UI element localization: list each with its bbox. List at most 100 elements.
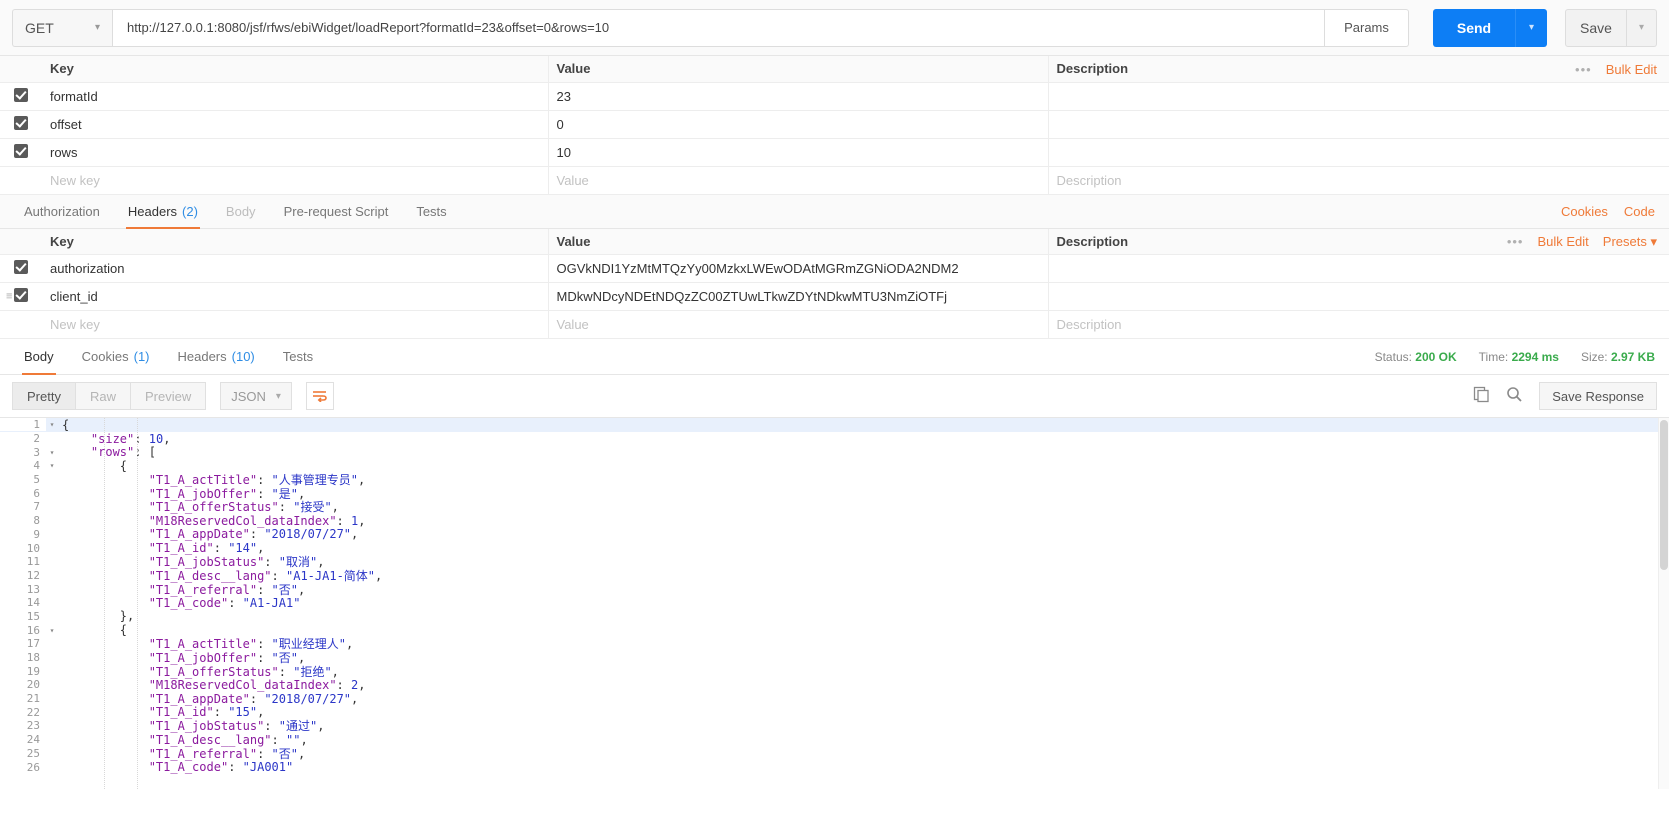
params-row-checkbox-1[interactable] — [0, 110, 42, 139]
line-number: 10 — [0, 541, 46, 555]
tab-body[interactable]: Body — [212, 194, 270, 228]
params-desc-1[interactable] — [1048, 110, 1669, 139]
code-line[interactable]: 26 "T1_A_code": "JA001" — [0, 760, 1669, 774]
save-response-button[interactable]: Save Response — [1539, 382, 1657, 410]
url-input[interactable]: http://127.0.0.1:8080/jsf/rfws/ebiWidget… — [112, 8, 1325, 47]
params-value-0[interactable]: 23 — [548, 82, 1049, 111]
tab-pre-request-script[interactable]: Pre-request Script — [270, 194, 403, 228]
save-button-group: Save ▾ — [1565, 8, 1657, 47]
drag-handle-icon[interactable]: ≡ — [6, 291, 12, 302]
headers-bulk-edit-link[interactable]: Bulk Edit — [1537, 234, 1588, 249]
code-line[interactable]: 8 "M18ReservedCol_dataIndex": 1, — [0, 514, 1669, 528]
send-button-group: Send ▾ — [1433, 8, 1547, 47]
params-more-options-icon[interactable]: ••• — [1575, 62, 1592, 77]
params-new-value-input[interactable]: Value — [548, 166, 1049, 195]
format-select[interactable]: JSON ▾ — [220, 382, 292, 410]
headers-new-key-input[interactable]: New key — [42, 310, 549, 339]
save-options-chevron-icon[interactable]: ▾ — [1627, 8, 1657, 47]
search-icon[interactable] — [1506, 386, 1523, 406]
save-button[interactable]: Save — [1565, 8, 1627, 47]
line-number: 12 — [0, 568, 46, 582]
table-row[interactable]: offset 0 — [0, 110, 1669, 139]
headers-more-options-icon[interactable]: ••• — [1507, 234, 1524, 249]
headers-row-checkbox-0[interactable] — [0, 254, 42, 283]
fold-toggle-icon[interactable]: ▾ — [46, 461, 58, 470]
code-line[interactable]: 21 "T1_A_appDate": "2018/07/27", — [0, 692, 1669, 706]
code-line[interactable]: 14 "T1_A_code": "A1-JA1" — [0, 596, 1669, 610]
word-wrap-toggle[interactable] — [305, 382, 334, 410]
view-raw-button[interactable]: Raw — [74, 382, 130, 410]
headers-presets-dropdown[interactable]: Presets ▾ — [1603, 234, 1657, 250]
code-link[interactable]: Code — [1624, 204, 1655, 219]
params-key-1[interactable]: offset — [42, 110, 549, 139]
headers-value-0[interactable]: OGVkNDI1YzMtMTQzYy00MzkxLWEwODAtMGRmZGNi… — [548, 254, 1049, 283]
params-desc-0[interactable] — [1048, 82, 1669, 111]
chevron-down-icon: ▾ — [94, 22, 100, 33]
response-tab-cookies[interactable]: Cookies (1) — [68, 340, 164, 374]
params-button[interactable]: Params — [1325, 8, 1409, 47]
word-wrap-icon — [313, 391, 328, 402]
view-preview-button[interactable]: Preview — [129, 382, 207, 410]
code-line[interactable]: 1 ▾ { — [0, 418, 1669, 432]
http-method-selector[interactable]: GET ▾ — [12, 8, 112, 47]
headers-new-desc-input[interactable]: Description — [1048, 310, 1669, 339]
code-line[interactable]: 9 "T1_A_appDate": "2018/07/27", — [0, 527, 1669, 541]
line-number: 21 — [0, 692, 46, 706]
params-desc-2[interactable] — [1048, 138, 1669, 167]
code-line[interactable]: 23 "T1_A_jobStatus": "通过", — [0, 719, 1669, 733]
headers-desc-1[interactable] — [1048, 282, 1669, 311]
fold-toggle-icon[interactable]: ▾ — [46, 626, 58, 635]
params-new-row-check-cell — [0, 166, 42, 195]
headers-key-0[interactable]: authorization — [42, 254, 549, 283]
params-row-checkbox-2[interactable] — [0, 138, 42, 167]
code-line[interactable]: 19 "T1_A_offerStatus": "拒绝", — [0, 664, 1669, 679]
table-row[interactable]: formatId 23 — [0, 82, 1669, 111]
table-row[interactable]: rows 10 — [0, 138, 1669, 167]
params-key-0[interactable]: formatId — [42, 82, 549, 111]
response-tab-body[interactable]: Body — [10, 340, 68, 375]
headers-key-1[interactable]: client_id — [42, 282, 549, 311]
line-number: 16 — [0, 623, 46, 637]
tab-headers[interactable]: Headers (2) — [114, 194, 212, 229]
params-new-key-input[interactable]: New key — [42, 166, 549, 195]
headers-row-checkbox-1[interactable]: ≡ — [0, 282, 42, 311]
tab-tests[interactable]: Tests — [402, 194, 460, 228]
time-label: Time: — [1478, 350, 1509, 364]
headers-value-1[interactable]: MDkwNDcyNDEtNDQzZC00ZTUwLTkwZDYtNDkwMTU3… — [548, 282, 1049, 311]
view-pretty-button[interactable]: Pretty — [12, 382, 75, 410]
headers-new-row[interactable]: New key Value Description — [0, 310, 1669, 339]
code-line[interactable]: 20 "M18ReservedCol_dataIndex": 2, — [0, 678, 1669, 692]
code-line[interactable]: 13 "T1_A_referral": "否", — [0, 582, 1669, 597]
chevron-down-icon: ▾ — [275, 390, 281, 402]
code-line[interactable]: 25 "T1_A_referral": "否", — [0, 746, 1669, 761]
params-value-1[interactable]: 0 — [548, 110, 1049, 139]
tab-authorization[interactable]: Authorization — [10, 194, 114, 228]
code-line[interactable]: 15 }, — [0, 609, 1669, 623]
editor-scrollbar-thumb[interactable] — [1660, 420, 1668, 570]
response-tab-headers[interactable]: Headers (10) — [164, 340, 269, 374]
params-bulk-edit-link[interactable]: Bulk Edit — [1606, 62, 1657, 77]
send-options-chevron-icon[interactable]: ▾ — [1515, 8, 1547, 47]
params-key-2[interactable]: rows — [42, 138, 549, 167]
send-button[interactable]: Send — [1433, 8, 1515, 47]
params-new-row[interactable]: New key Value Description — [0, 166, 1669, 195]
fold-toggle-icon[interactable]: ▾ — [46, 448, 58, 457]
editor-vertical-scrollbar[interactable] — [1658, 418, 1669, 789]
params-row-checkbox-0[interactable] — [0, 82, 42, 111]
params-new-desc-input[interactable]: Description — [1048, 166, 1669, 195]
headers-new-value-input[interactable]: Value — [548, 310, 1049, 339]
checkbox-checked-icon — [14, 115, 28, 130]
line-number: 2 — [0, 432, 46, 446]
cookies-link[interactable]: Cookies — [1561, 204, 1608, 219]
code-line[interactable]: 3 ▾ "rows": [ — [0, 445, 1669, 459]
response-body-editor[interactable]: 1 ▾{2 "size": 10, 3 ▾ "rows": [4 ▾ {5 "T1_A_… — [0, 417, 1669, 789]
table-row[interactable]: authorization OGVkNDI1YzMtMTQzYy00MzkxLW… — [0, 254, 1669, 283]
fold-toggle-icon[interactable]: ▾ — [46, 420, 58, 429]
params-value-2[interactable]: 10 — [548, 138, 1049, 167]
headers-desc-0[interactable] — [1048, 254, 1669, 283]
code-line[interactable]: 7 "T1_A_offerStatus": "接受", — [0, 500, 1669, 514]
table-row[interactable]: ≡ client_id MDkwNDcyNDEtNDQzZC00ZTUwLTkw… — [0, 282, 1669, 311]
response-tab-tests[interactable]: Tests — [269, 340, 327, 374]
code-line[interactable]: 2 "size": 10, — [0, 432, 1669, 446]
copy-icon[interactable] — [1473, 386, 1490, 406]
